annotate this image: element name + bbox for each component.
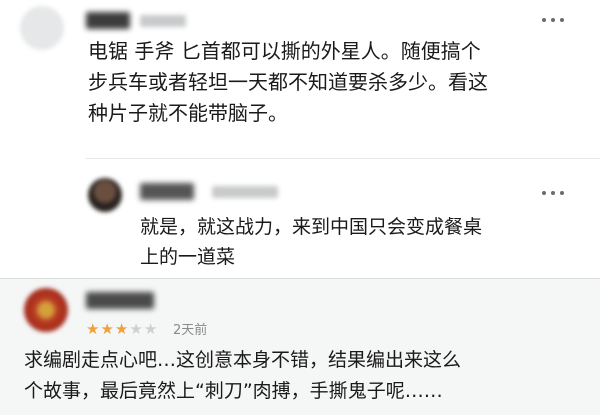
reviewer-avatar[interactable]	[24, 288, 68, 332]
reply-divider	[86, 158, 600, 159]
comment-line-1: 电锯 手斧 匕首都可以撕的外星人。随便搞个	[88, 39, 481, 63]
comment-line-2: 步兵车或者轻坦一天都不知道要杀多少。看这	[88, 70, 488, 94]
review-line-1: 求编剧走点心吧…这创意本身不错，结果编出来这么	[24, 349, 462, 371]
star-icon: ★	[143, 320, 158, 338]
star-icon: ★	[86, 320, 100, 338]
review-line-2: 个故事，最后竟然上“刺刀”肉搏，手撕鬼子呢……	[24, 380, 443, 402]
reviewer-name-redacted[interactable]	[86, 292, 154, 309]
reply-meta-redacted	[212, 186, 278, 198]
review-date: 2天前	[173, 323, 208, 338]
comment-more-button[interactable]	[542, 15, 564, 25]
rating-stars: ★ ★ ★ ★ ★	[86, 322, 157, 337]
star-icon: ★	[129, 320, 143, 338]
review-card: ★ ★ ★ ★ ★ 2天前 求编剧走点心吧…这创意本身不错，结果编出来这么 个故…	[0, 278, 600, 415]
comment-thread: 电锯 手斧 匕首都可以撕的外星人。随便搞个 步兵车或者轻坦一天都不知道要杀多少。…	[0, 0, 600, 278]
comment-meta-redacted	[140, 15, 186, 27]
commenter-name-redacted[interactable]	[86, 12, 130, 29]
commenter-avatar[interactable]	[20, 6, 64, 50]
star-icon: ★	[100, 320, 114, 338]
comment-line-3: 种片子就不能带脑子。	[88, 101, 288, 125]
reply-avatar[interactable]	[88, 178, 122, 212]
reply-name-redacted[interactable]	[140, 183, 194, 200]
more-dots-icon	[542, 191, 546, 195]
reply-line-1: 就是，就这战力，来到中国只会变成餐桌	[140, 216, 483, 238]
reply-line-2: 上的一道菜	[140, 246, 236, 268]
reply-more-button[interactable]	[542, 188, 564, 198]
more-dots-icon	[542, 18, 546, 22]
star-icon: ★	[114, 320, 129, 338]
